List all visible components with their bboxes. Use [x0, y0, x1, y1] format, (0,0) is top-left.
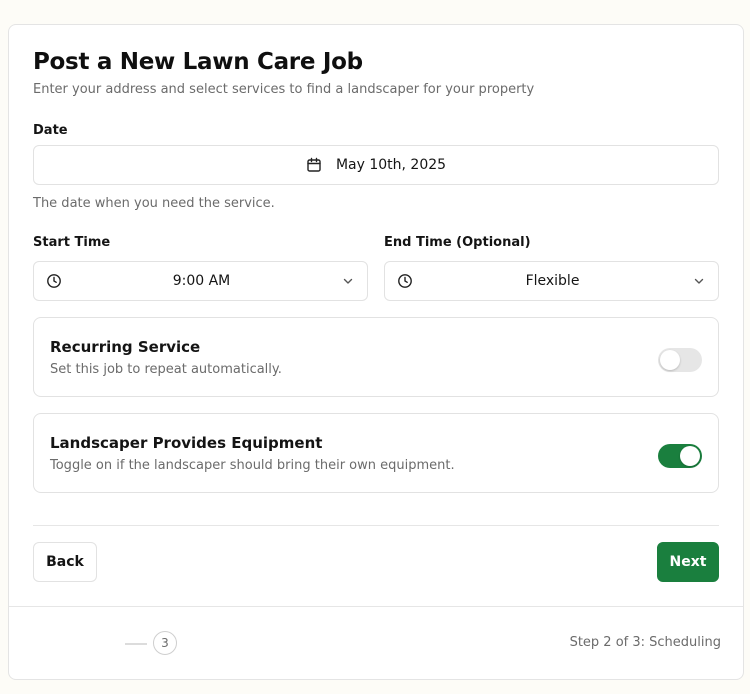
end-time-label: End Time (Optional): [384, 235, 531, 250]
start-time-select[interactable]: 9:00 AM: [33, 261, 368, 301]
step-footer: 3 Step 2 of 3: Scheduling: [9, 606, 743, 679]
equipment-option: Landscaper Provides Equipment Toggle on …: [33, 413, 719, 493]
clock-icon: [397, 273, 413, 289]
clock-icon: [46, 273, 62, 289]
recurring-service-description: Set this job to repeat automatically.: [50, 362, 282, 377]
equipment-description: Toggle on if the landscaper should bring…: [50, 458, 455, 473]
recurring-service-toggle[interactable]: [658, 348, 702, 372]
chevron-down-icon: [341, 274, 355, 288]
start-time-label: Start Time: [33, 235, 111, 250]
chevron-down-icon: [692, 274, 706, 288]
job-form-card: Post a New Lawn Care Job Enter your addr…: [8, 24, 744, 680]
divider: [33, 525, 719, 526]
back-button[interactable]: Back: [33, 542, 97, 582]
next-button[interactable]: Next: [657, 542, 719, 582]
date-hint: The date when you need the service.: [33, 196, 275, 211]
equipment-toggle[interactable]: [658, 444, 702, 468]
equipment-title: Landscaper Provides Equipment: [50, 434, 323, 452]
end-time-select[interactable]: Flexible: [384, 261, 719, 301]
toggle-knob: [680, 446, 700, 466]
step-connector: [125, 643, 147, 645]
recurring-service-option: Recurring Service Set this job to repeat…: [33, 317, 719, 397]
step-progress-text: Step 2 of 3: Scheduling: [569, 635, 721, 650]
date-value: May 10th, 2025: [335, 157, 447, 173]
page-subtitle: Enter your address and select services t…: [33, 82, 535, 97]
end-time-value: Flexible: [525, 273, 580, 289]
date-label: Date: [33, 123, 68, 138]
toggle-knob: [660, 350, 680, 370]
recurring-service-title: Recurring Service: [50, 338, 201, 356]
calendar-icon: [306, 157, 322, 173]
page-title: Post a New Lawn Care Job: [33, 49, 363, 75]
date-picker-button[interactable]: May 10th, 2025: [33, 145, 719, 185]
start-time-value: 9:00 AM: [172, 273, 231, 289]
step-indicator: 3: [153, 631, 177, 655]
